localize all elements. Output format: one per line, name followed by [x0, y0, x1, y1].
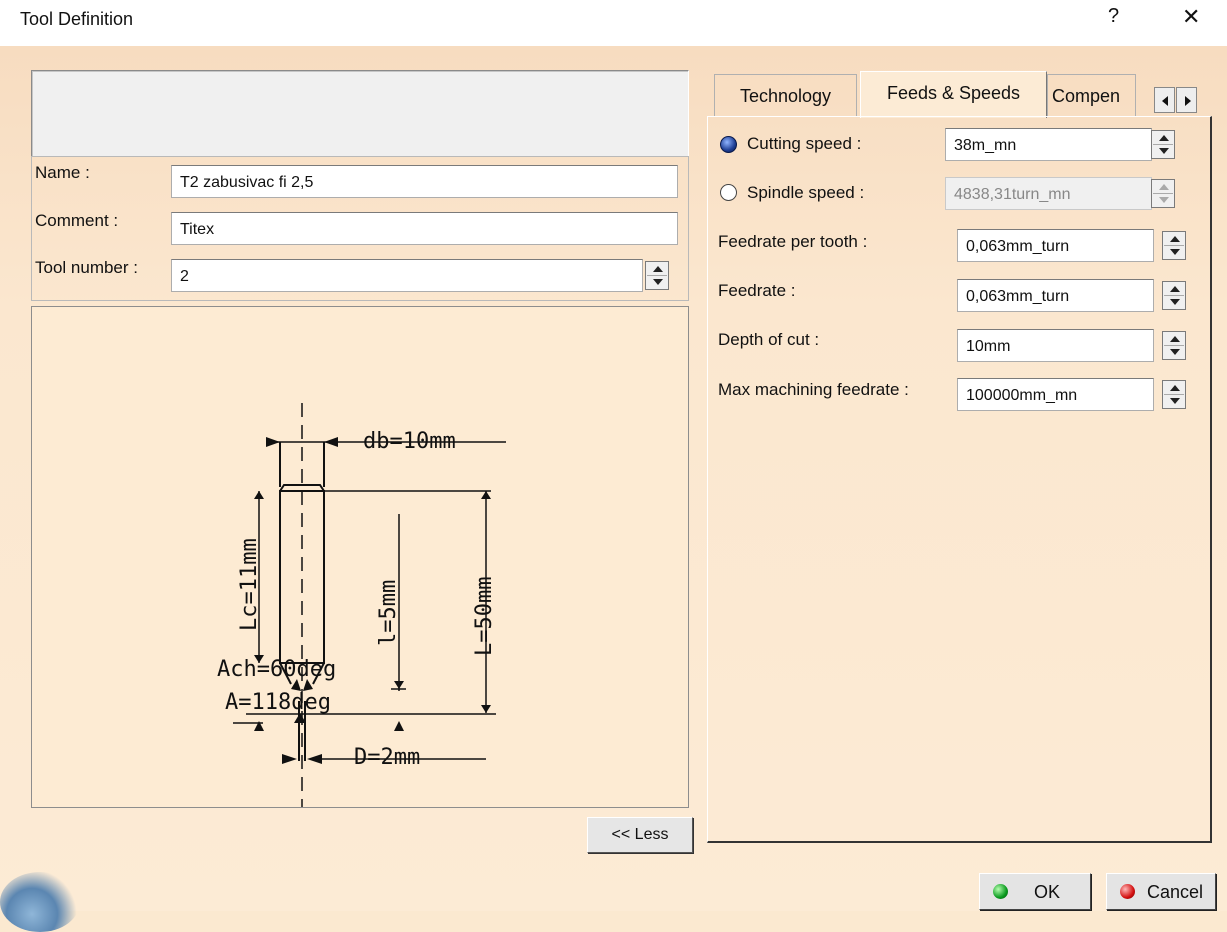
dimension-L: L=50mm [472, 577, 497, 656]
stepper-up-icon[interactable] [647, 263, 667, 276]
dimension-l: l=5mm [376, 580, 401, 646]
dimension-d: D=2mm [354, 745, 420, 770]
green-dot-icon [993, 884, 1008, 899]
spindle-speed-label: Spindle speed : [747, 183, 865, 202]
feeds-speeds-panel [707, 116, 1212, 843]
tool-drawing-panel: db=10mm Lc=11mm l=5mm L=50mm Ach=60deg A… [31, 306, 689, 808]
cancel-label: Cancel [1147, 882, 1204, 902]
stepper-up-icon[interactable] [1164, 283, 1184, 296]
feedrate-per-tooth-field[interactable]: 0,063mm_turn [957, 229, 1154, 262]
app-logo-icon [0, 872, 80, 932]
tab-compensation[interactable]: Compen [1047, 74, 1136, 117]
stepper-down-icon[interactable] [1164, 346, 1184, 358]
tool-number-field[interactable]: 2 [171, 259, 643, 292]
max-machining-feedrate-stepper[interactable] [1162, 380, 1186, 409]
feedrate-label: Feedrate : [718, 281, 796, 300]
name-label: Name : [35, 163, 90, 182]
max-machining-feedrate-field[interactable]: 100000mm_mn [957, 378, 1154, 411]
stepper-down-icon[interactable] [647, 276, 667, 288]
help-icon[interactable]: ? [1108, 5, 1119, 28]
tool-number-label: Tool number : [35, 258, 138, 277]
depth-of-cut-label: Depth of cut : [718, 330, 820, 349]
tool-info-area [31, 70, 689, 157]
stepper-down-icon [1153, 194, 1173, 206]
tool-number-stepper[interactable] [645, 261, 669, 290]
dimension-a: A=118deg [225, 690, 331, 715]
feedrate-stepper[interactable] [1162, 281, 1186, 310]
cutting-speed-field[interactable]: 38m_mn [945, 128, 1152, 161]
stepper-down-icon[interactable] [1164, 246, 1184, 258]
stepper-down-icon[interactable] [1164, 395, 1184, 407]
stepper-up-icon[interactable] [1164, 233, 1184, 246]
dimension-lc: Lc=11mm [237, 538, 262, 631]
feedrate-per-tooth-label: Feedrate per tooth : [718, 232, 868, 251]
max-machining-feedrate-label: Max machining feedrate : [718, 380, 909, 399]
ok-label: OK [1034, 882, 1061, 902]
stepper-up-icon[interactable] [1153, 132, 1173, 145]
window-title: Tool Definition [20, 9, 134, 29]
title-bar [0, 0, 1227, 46]
arrow-left-icon[interactable] [1154, 87, 1175, 113]
less-button[interactable]: << Less [587, 817, 693, 853]
name-field[interactable]: T2 zabusivac fi 2,5 [171, 165, 678, 198]
cutting-speed-label: Cutting speed : [747, 134, 862, 153]
dimension-db: db=10mm [363, 429, 456, 454]
ok-button[interactable]: OK [979, 873, 1091, 910]
stepper-up-icon[interactable] [1164, 333, 1184, 346]
close-icon[interactable]: ✕ [1182, 4, 1200, 30]
feedrate-field[interactable]: 0,063mm_turn [957, 279, 1154, 312]
depth-of-cut-stepper[interactable] [1162, 331, 1186, 360]
tab-technology[interactable]: Technology [714, 74, 857, 117]
comment-label: Comment : [35, 211, 119, 230]
stepper-up-icon[interactable] [1164, 382, 1184, 395]
red-dot-icon [1120, 884, 1135, 899]
drill-drawing: db=10mm Lc=11mm l=5mm L=50mm Ach=60deg A… [217, 403, 506, 807]
radio-selected-icon[interactable] [720, 136, 737, 153]
dimension-ach: Ach=60deg [217, 657, 336, 682]
stepper-up-icon [1153, 181, 1173, 194]
comment-field[interactable]: Titex [171, 212, 678, 245]
cutting-speed-stepper[interactable] [1151, 130, 1175, 159]
spindle-speed-field: 4838,31turn_mn [945, 177, 1152, 210]
tab-feeds-speeds[interactable]: Feeds & Speeds [860, 71, 1047, 118]
stepper-down-icon[interactable] [1164, 296, 1184, 308]
stepper-down-icon[interactable] [1153, 145, 1173, 157]
radio-unselected-icon[interactable] [720, 184, 737, 201]
arrow-right-icon[interactable] [1176, 87, 1197, 113]
cancel-button[interactable]: Cancel [1106, 873, 1216, 910]
spindle-speed-stepper [1151, 179, 1175, 208]
feedrate-per-tooth-stepper[interactable] [1162, 231, 1186, 260]
depth-of-cut-field[interactable]: 10mm [957, 329, 1154, 362]
